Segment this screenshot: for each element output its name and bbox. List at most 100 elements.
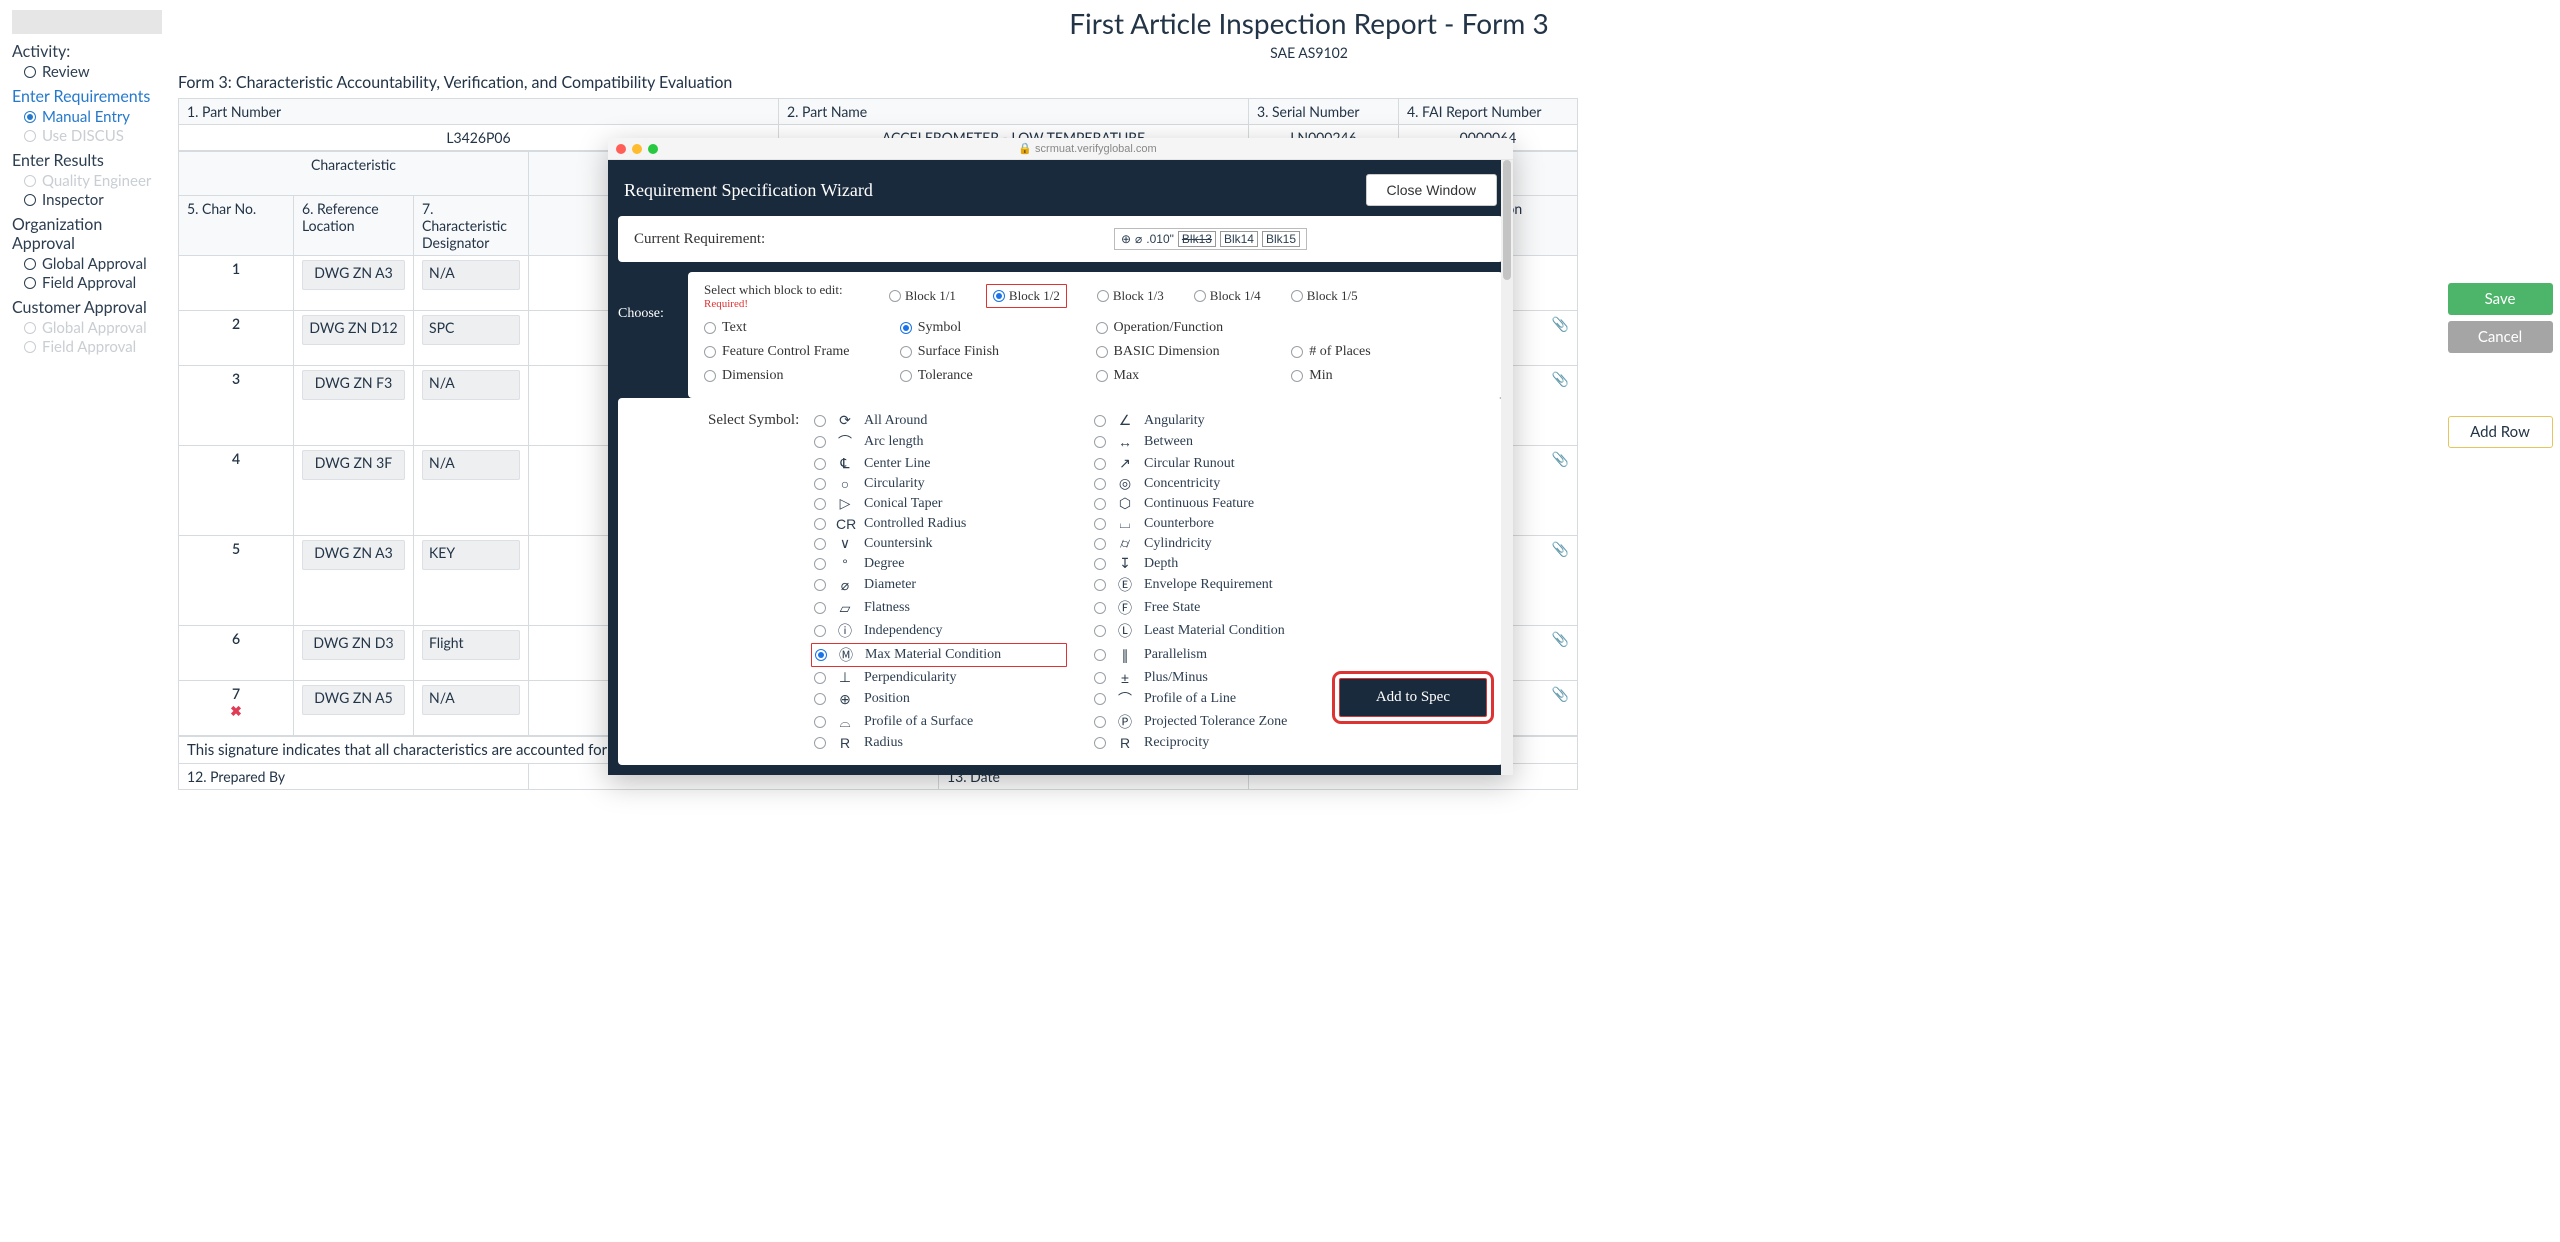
gdnt-icon: ⓘ — [836, 621, 854, 641]
ref-location-cell[interactable]: DWG ZN A5 — [294, 681, 414, 736]
symbol-option[interactable]: ±Plus/Minus — [1094, 669, 1344, 686]
symbol-option[interactable]: ⊥Perpendicularity — [814, 669, 1064, 686]
gdnt-icon: Ⓕ — [1116, 598, 1134, 618]
choose-panel: Choose: Select which block to edit: Requ… — [618, 272, 1503, 398]
char-no: 4 — [179, 446, 294, 536]
symbol-option[interactable]: ↔Between — [1094, 432, 1344, 452]
type-option[interactable]: Symbol — [900, 320, 1096, 336]
option-review[interactable]: Review — [12, 63, 166, 81]
symbol-option[interactable]: ⌒Arc length — [814, 432, 1064, 452]
designator-cell[interactable]: N/A — [414, 681, 529, 736]
delete-row-icon[interactable]: ✖ — [230, 702, 242, 719]
gdnt-icon: Ⓔ — [1116, 575, 1134, 595]
type-option[interactable]: Dimension — [704, 368, 900, 384]
char-no: 7✖ — [179, 681, 294, 736]
wizard-title: Requirement Specification Wizard — [624, 180, 873, 201]
symbol-option[interactable]: ◎Concentricity — [1094, 475, 1344, 492]
gdnt-icon: ↔ — [1116, 434, 1134, 450]
block-option[interactable]: Block 1/4 — [1194, 284, 1261, 308]
symbol-option[interactable]: ▷Conical Taper — [814, 495, 1064, 512]
symbol-option[interactable]: ⓁLeast Material Condition — [1094, 621, 1344, 641]
attach-icon[interactable]: 📎 — [1552, 685, 1569, 703]
block-option[interactable]: Block 1/5 — [1291, 284, 1358, 308]
symbol-option[interactable]: ⌴Counterbore — [1094, 515, 1344, 532]
symbol-option[interactable]: ⒺEnvelope Requirement — [1094, 575, 1344, 595]
close-window-button[interactable]: Close Window — [1366, 174, 1497, 206]
attach-icon[interactable]: 📎 — [1552, 450, 1569, 468]
attach-icon[interactable]: 📎 — [1552, 370, 1569, 388]
symbol-option[interactable]: ↗Circular Runout — [1094, 455, 1344, 472]
symbol-option[interactable]: ∥Parallelism — [1094, 644, 1344, 666]
symbol-option[interactable]: RReciprocity — [1094, 735, 1344, 751]
th-serial: 3. Serial Number — [1249, 99, 1399, 125]
th-prepared-by: 12. Prepared By — [179, 764, 529, 790]
symbol-option[interactable]: RRadius — [814, 735, 1064, 751]
symbol-option[interactable]: ↧Depth — [1094, 555, 1344, 572]
ref-location-cell[interactable]: DWG ZN A3 — [294, 256, 414, 311]
symbol-option[interactable]: ⊕Position — [814, 689, 1064, 709]
th-desig: 7. Characteristic Designator — [414, 196, 529, 256]
symbol-option[interactable]: ⓅProjected Tolerance Zone — [1094, 712, 1344, 732]
cancel-button[interactable]: Cancel — [2448, 321, 2553, 353]
save-button[interactable]: Save — [2448, 283, 2553, 315]
attach-icon[interactable]: 📎 — [1552, 630, 1569, 648]
ref-location-cell[interactable]: DWG ZN D12 — [294, 311, 414, 366]
symbol-option[interactable]: ⒻFree State — [1094, 598, 1344, 618]
symbol-option[interactable]: ⓂMax Material Condition — [811, 643, 1067, 667]
symbol-option[interactable]: ∨Countersink — [814, 535, 1064, 552]
gdnt-icon: ∥ — [1116, 647, 1134, 664]
designator-cell[interactable]: KEY — [414, 536, 529, 626]
designator-cell[interactable]: N/A — [414, 256, 529, 311]
symbol-option[interactable]: °Degree — [814, 555, 1064, 572]
type-option[interactable]: Feature Control Frame — [704, 344, 900, 360]
symbol-option[interactable]: ⌒Profile of a Line — [1094, 689, 1344, 709]
symbol-option[interactable]: ⬡Continuous Feature — [1094, 495, 1344, 512]
right-action-bar: Save Cancel Add Row — [2440, 0, 2560, 810]
add-row-button[interactable]: Add Row — [2448, 416, 2553, 448]
symbol-option[interactable]: ⌀Diameter — [814, 575, 1064, 595]
ref-location-cell[interactable]: DWG ZN A3 — [294, 536, 414, 626]
attach-icon[interactable]: 📎 — [1552, 540, 1569, 558]
symbol-option[interactable]: ⌭Cylindricity — [1094, 535, 1344, 552]
block-option[interactable]: Block 1/2 — [986, 284, 1067, 308]
type-option[interactable]: Min — [1291, 368, 1487, 384]
symbol-option[interactable]: CRControlled Radius — [814, 515, 1064, 532]
add-to-spec-button[interactable]: Add to Spec — [1339, 678, 1487, 717]
option-inspector[interactable]: Inspector — [12, 191, 166, 209]
window-controls[interactable] — [616, 144, 658, 154]
type-option[interactable]: Text — [704, 320, 900, 336]
designator-cell[interactable]: N/A — [414, 446, 529, 536]
symbol-option[interactable]: ⟳All Around — [814, 412, 1064, 429]
type-option[interactable]: Surface Finish — [900, 344, 1096, 360]
option-manual-entry[interactable]: Manual Entry — [12, 108, 166, 126]
char-no: 2 — [179, 311, 294, 366]
type-option[interactable]: Max — [1096, 368, 1292, 384]
spec-preview: ⊕ ⌀ .010" Blk13 Blk14 Blk15 — [1114, 228, 1307, 250]
symbol-option[interactable]: ∠Angularity — [1094, 412, 1344, 429]
attach-icon[interactable]: 📎 — [1552, 315, 1569, 333]
modal-scrollbar[interactable] — [1501, 160, 1513, 775]
ref-location-cell[interactable]: DWG ZN D3 — [294, 626, 414, 681]
ref-location-cell[interactable]: DWG ZN F3 — [294, 366, 414, 446]
type-option[interactable]: # of Places — [1291, 344, 1487, 360]
designator-cell[interactable]: N/A — [414, 366, 529, 446]
option-field-approval[interactable]: Field Approval — [12, 274, 166, 292]
type-option[interactable]: Operation/Function — [1096, 320, 1292, 336]
option-global-approval[interactable]: Global Approval — [12, 255, 166, 273]
designator-cell[interactable]: Flight — [414, 626, 529, 681]
symbol-option[interactable]: ○Circularity — [814, 475, 1064, 492]
symbol-option[interactable]: ⌓Profile of a Surface — [814, 712, 1064, 732]
ref-location-cell[interactable]: DWG ZN 3F — [294, 446, 414, 536]
block-option[interactable]: Block 1/1 — [889, 284, 956, 308]
gdnt-icon: ± — [1116, 670, 1134, 686]
symbol-option[interactable]: ⓘIndependency — [814, 621, 1064, 641]
type-option[interactable]: Tolerance — [900, 368, 1096, 384]
symbol-option[interactable]: ℄Center Line — [814, 455, 1064, 472]
block-option[interactable]: Block 1/3 — [1097, 284, 1164, 308]
designator-cell[interactable]: SPC — [414, 311, 529, 366]
symbol-option[interactable]: ▱Flatness — [814, 598, 1064, 618]
modal-titlebar: 🔒 scrmuat.verifyglobal.com — [608, 138, 1513, 160]
enter-requirements-label: Enter Requirements — [12, 87, 166, 106]
type-option[interactable]: BASIC Dimension — [1096, 344, 1292, 360]
enter-results-label: Enter Results — [12, 151, 166, 170]
